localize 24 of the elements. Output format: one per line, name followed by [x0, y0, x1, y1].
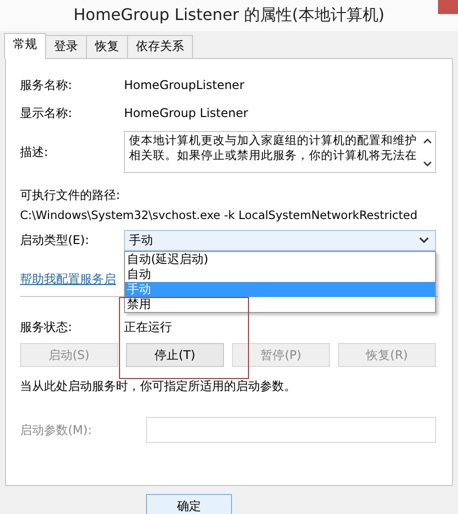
- field-label: 描述:: [20, 144, 50, 160]
- description-text: 使本地计算机更改与加入家庭组的计算机的配置和维护相关联。如果停止或禁用此服务，你的计算机将无法在: [129, 133, 418, 164]
- status-value: 正在运行: [124, 318, 172, 336]
- dropdown-option[interactable]: 禁用: [125, 297, 435, 312]
- dropdown-option[interactable]: 自动(延迟启动): [125, 252, 435, 267]
- field-value: HomeGroup Listener: [124, 106, 248, 120]
- field-label: 服务名称:: [20, 76, 74, 94]
- dropdown-option[interactable]: 自动: [125, 267, 435, 282]
- help-link[interactable]: 帮助我配置服务启: [20, 270, 124, 288]
- tab[interactable]: 常规: [4, 33, 46, 59]
- path-text: C:\Windows\System32\svchost.exe -k LocalSystemNetworkRestricted: [20, 208, 418, 222]
- field-value: HomeGroupListener: [124, 78, 244, 92]
- service-button[interactable]: 停止(T): [126, 343, 224, 367]
- field-label: 可执行文件的路径:: [20, 187, 122, 204]
- description-box[interactable]: 使本地计算机更改与加入家庭组的计算机的配置和维护相关联。如果停止或禁用此服务，你的计算机将无法在: [124, 131, 436, 173]
- ok-button[interactable]: 确定: [146, 494, 232, 514]
- field-label: 服务状态:: [20, 318, 74, 336]
- field-label: 启动参数(M):: [20, 422, 93, 438]
- field-label: 显示名称:: [20, 104, 74, 122]
- startup-type-dropdown[interactable]: 手动: [124, 230, 436, 251]
- hint-text: 当从此处启动服务时，你可指定所适用的启动参数。: [20, 378, 297, 395]
- window-title: HomeGroup Listener 的属性(本地计算机): [74, 5, 384, 26]
- field-label: 启动类型(E):: [20, 232, 90, 249]
- tab[interactable]: 依存关系: [127, 35, 193, 58]
